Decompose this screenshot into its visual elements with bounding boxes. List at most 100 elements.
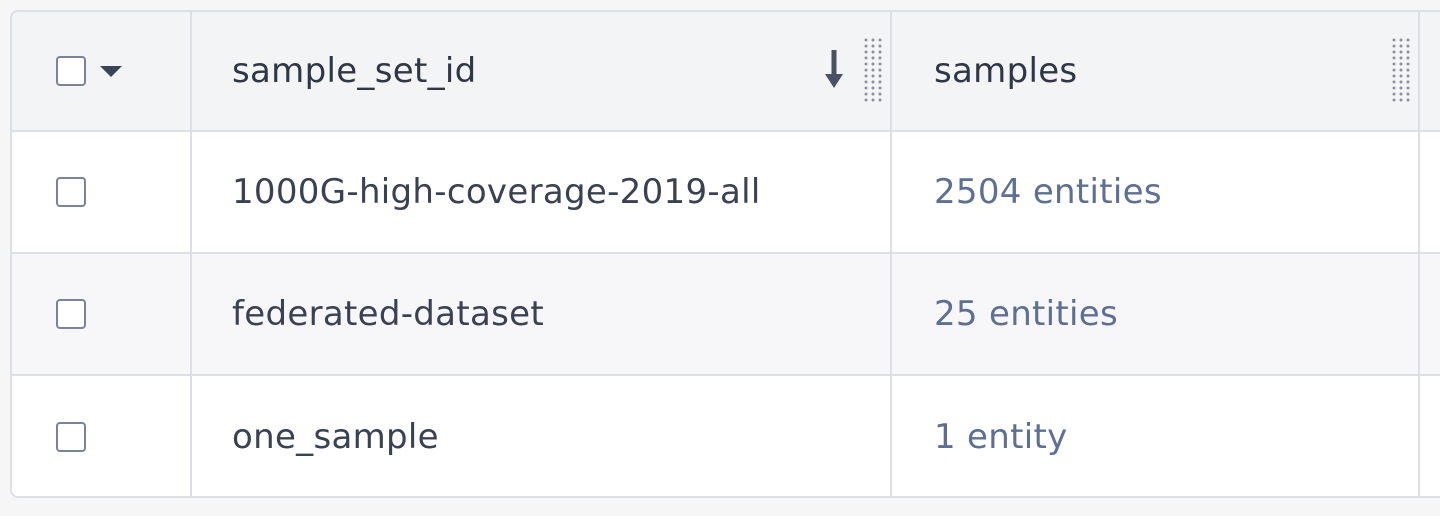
drag-handle-dot [871, 68, 875, 72]
samples-cell: 2504 entities [892, 132, 1418, 252]
column-header-samples[interactable]: samples [892, 12, 1418, 130]
column-header-sample-set-id[interactable]: sample_set_id [192, 12, 890, 130]
drag-handle-dot [1406, 50, 1410, 54]
sample-set-id-cell: one_sample [192, 376, 890, 496]
drag-handle-dot [1392, 68, 1396, 72]
row-select-cell [12, 376, 190, 496]
drag-handle-dot [1406, 56, 1410, 60]
column-divider [190, 12, 192, 496]
drag-handle-dot [871, 38, 875, 42]
sample-set-id-cell: 1000G-high-coverage-2019-all [192, 132, 890, 252]
drag-handle-dot [1406, 38, 1410, 42]
drag-handle-dot [864, 50, 868, 54]
drag-handle-dot [878, 38, 882, 42]
sample-set-id-text: one_sample [232, 417, 439, 457]
drag-handle-dot [1406, 68, 1410, 72]
drag-handle-dot [871, 80, 875, 84]
drag-handle-dot [878, 98, 882, 102]
drag-handle-dot [1399, 98, 1403, 102]
drag-handle-dot [878, 74, 882, 78]
drag-handle-dot [878, 50, 882, 54]
column-resize-handle-icon[interactable] [1390, 36, 1412, 102]
data-table: sample_set_id samples 1000G-high-coverag… [10, 10, 1440, 498]
row-checkbox[interactable] [56, 422, 86, 452]
drag-handle-dot [871, 62, 875, 66]
drag-handle-dot [871, 74, 875, 78]
drag-handle-dot [864, 56, 868, 60]
sample-set-id-text: 1000G-high-coverage-2019-all [232, 172, 761, 212]
drag-handle-dot [1399, 74, 1403, 78]
drag-handle-dot [878, 68, 882, 72]
select-all-cell [12, 12, 190, 130]
drag-handle-dot [1406, 98, 1410, 102]
drag-handle-dot [1392, 62, 1396, 66]
drag-handle-dot [864, 74, 868, 78]
drag-handle-dot [1399, 86, 1403, 90]
drag-handle-dot [1406, 74, 1410, 78]
drag-handle-dot [871, 86, 875, 90]
drag-handle-dot [1392, 74, 1396, 78]
column-header-label: sample_set_id [232, 51, 477, 91]
drag-handle-dot [871, 50, 875, 54]
drag-handle-dot [864, 86, 868, 90]
row-checkbox[interactable] [56, 299, 86, 329]
sample-set-id-cell: federated-dataset [192, 254, 890, 374]
drag-handle-dot [1392, 44, 1396, 48]
column-divider [890, 12, 892, 496]
drag-handle-dot [1392, 38, 1396, 42]
drag-handle-dot [1392, 80, 1396, 84]
table-row: one_sample 1 entity [12, 376, 1440, 496]
drag-handle-dot [864, 62, 868, 66]
sort-descending-arrow-icon[interactable] [824, 48, 844, 92]
drag-handle-dot [1406, 44, 1410, 48]
table-row: federated-dataset 25 entities [12, 254, 1440, 376]
select-menu-caret-icon[interactable] [100, 65, 122, 77]
drag-handle-dot [878, 92, 882, 96]
samples-cell: 25 entities [892, 254, 1418, 374]
drag-handle-dot [1392, 56, 1396, 60]
drag-handle-dot [864, 98, 868, 102]
drag-handle-dot [1399, 38, 1403, 42]
drag-handle-dot [878, 56, 882, 60]
drag-handle-dot [1392, 86, 1396, 90]
drag-handle-dot [878, 44, 882, 48]
column-resize-handle-icon[interactable] [862, 36, 884, 102]
samples-link[interactable]: 25 entities [934, 294, 1118, 334]
drag-handle-dot [1399, 44, 1403, 48]
drag-handle-dot [1399, 68, 1403, 72]
drag-handle-dot [1406, 92, 1410, 96]
drag-handle-dot [878, 80, 882, 84]
drag-handle-dot [864, 68, 868, 72]
drag-handle-dot [864, 92, 868, 96]
drag-handle-dot [1392, 92, 1396, 96]
table-header-row: sample_set_id samples [12, 12, 1440, 132]
drag-handle-dot [864, 38, 868, 42]
row-checkbox[interactable] [56, 177, 86, 207]
drag-handle-dot [1399, 92, 1403, 96]
table-row: 1000G-high-coverage-2019-all 2504 entiti… [12, 132, 1440, 254]
sample-set-id-text: federated-dataset [232, 294, 544, 334]
drag-handle-dot [1406, 62, 1410, 66]
row-select-cell [12, 254, 190, 374]
samples-cell: 1 entity [892, 376, 1418, 496]
drag-handle-dot [871, 44, 875, 48]
drag-handle-dot [871, 98, 875, 102]
drag-handle-dot [1399, 80, 1403, 84]
select-all-checkbox[interactable] [56, 56, 86, 86]
column-divider [1418, 12, 1420, 496]
drag-handle-dot [1392, 50, 1396, 54]
drag-handle-dot [1399, 62, 1403, 66]
drag-handle-dot [1392, 98, 1396, 102]
samples-link[interactable]: 2504 entities [934, 172, 1162, 212]
drag-handle-dot [1406, 86, 1410, 90]
drag-handle-dot [1406, 80, 1410, 84]
row-select-cell [12, 132, 190, 252]
drag-handle-dot [878, 62, 882, 66]
drag-handle-dot [871, 92, 875, 96]
samples-link[interactable]: 1 entity [934, 417, 1068, 457]
drag-handle-dot [1399, 50, 1403, 54]
drag-handle-dot [864, 80, 868, 84]
drag-handle-dot [864, 44, 868, 48]
drag-handle-dot [871, 56, 875, 60]
column-header-label: samples [934, 51, 1078, 91]
